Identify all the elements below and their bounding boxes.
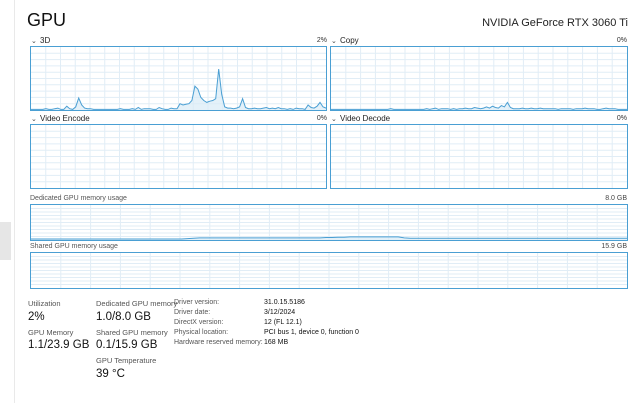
gpu-memory-label: GPU Memory: [28, 328, 74, 337]
dedicated-memory-max: 8.0 GB: [605, 195, 627, 202]
graph-copy-header[interactable]: ⌄ Copy: [331, 36, 359, 45]
dedicated-gpu-memory-value: 1.0/8.0 GB: [96, 311, 151, 323]
dedicated-gpu-memory-label: Dedicated GPU memory: [96, 299, 178, 308]
left-nav-selected-tab[interactable]: [0, 222, 11, 260]
physical-location-key: Physical location:: [174, 329, 229, 336]
shared-memory-graph: [30, 252, 628, 289]
shared-gpu-memory-value: 0.1/15.9 GB: [96, 339, 158, 351]
graph-video-decode-max: 0%: [616, 115, 627, 122]
left-nav-strip: [0, 0, 15, 403]
shared-gpu-memory-label: Shared GPU memory: [96, 328, 168, 337]
graph-3d: [30, 46, 327, 111]
graph-video-encode: [30, 124, 327, 189]
shared-memory-max: 15.9 GB: [601, 243, 627, 250]
chevron-down-icon[interactable]: ⌄: [331, 115, 338, 123]
page-title: GPU: [27, 10, 67, 30]
gpu-memory-value: 1.1/23.9 GB: [28, 339, 90, 351]
graph-video-decode-label: Video Decode: [340, 114, 391, 123]
graph-copy-max: 0%: [616, 37, 627, 44]
graph-3d-label: 3D: [40, 36, 51, 45]
dedicated-memory-graph: [30, 204, 628, 241]
driver-version-value: 31.0.15.5186: [264, 299, 305, 306]
graph-video-decode: [330, 124, 628, 189]
directx-version-value: 12 (FL 12.1): [264, 319, 302, 326]
directx-version-key: DirectX version:: [174, 319, 224, 326]
hardware-reserved-memory-key: Hardware reserved memory:: [174, 339, 263, 346]
graph-video-encode-max: 0%: [316, 115, 327, 122]
graph-video-encode-header[interactable]: ⌄ Video Encode: [31, 114, 90, 123]
utilization-label: Utilization: [28, 299, 61, 308]
physical-location-value: PCI bus 1, device 0, function 0: [264, 329, 359, 336]
driver-version-key: Driver version:: [174, 299, 220, 306]
driver-date-key: Driver date:: [174, 309, 211, 316]
graph-copy-label: Copy: [340, 36, 359, 45]
shared-memory-label: Shared GPU memory usage: [30, 243, 118, 250]
chevron-down-icon[interactable]: ⌄: [31, 37, 38, 45]
graph-video-decode-header[interactable]: ⌄ Video Decode: [331, 114, 390, 123]
gpu-temperature-label: GPU Temperature: [96, 356, 157, 365]
chevron-down-icon[interactable]: ⌄: [331, 37, 338, 45]
graph-3d-max: 2%: [316, 37, 327, 44]
graph-copy: [330, 46, 628, 111]
gpu-temperature-value: 39 °C: [96, 368, 125, 380]
chevron-down-icon[interactable]: ⌄: [31, 115, 38, 123]
graph-video-encode-label: Video Encode: [40, 114, 90, 123]
hardware-reserved-memory-value: 168 MB: [264, 339, 289, 346]
dedicated-memory-svg: [31, 205, 627, 240]
graph-3d-header[interactable]: ⌄ 3D: [31, 36, 50, 45]
graph-video-encode-svg: [31, 125, 326, 188]
device-name: NVIDIA GeForce RTX 3060 Ti: [482, 17, 628, 29]
utilization-value: 2%: [28, 311, 45, 323]
shared-memory-svg: [31, 253, 627, 288]
graph-3d-svg: [31, 47, 326, 110]
dedicated-memory-label: Dedicated GPU memory usage: [30, 195, 127, 202]
driver-date-value: 3/12/2024: [264, 309, 296, 316]
graph-video-decode-svg: [331, 125, 627, 188]
graph-copy-svg: [331, 47, 627, 110]
